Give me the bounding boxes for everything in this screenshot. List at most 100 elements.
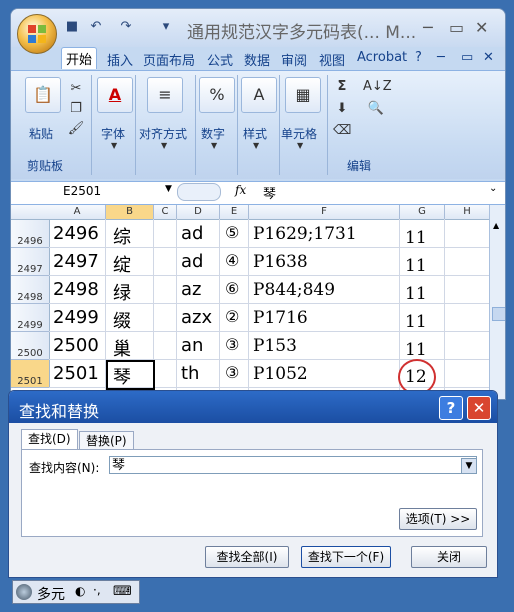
ribbon-minimize-icon[interactable]: ─ <box>437 50 445 65</box>
cell-e[interactable]: ⑥ <box>225 279 239 298</box>
cell-b[interactable]: 缀 <box>113 307 131 333</box>
scroll-thumb[interactable] <box>492 307 505 321</box>
cell-a[interactable]: 2501 <box>53 363 99 384</box>
number-button[interactable]: % <box>199 77 235 113</box>
cut-icon[interactable]: ✂ <box>67 81 85 97</box>
sort-filter-icon[interactable]: A↓Z <box>363 79 392 95</box>
save-icon[interactable]: ■ <box>63 19 81 35</box>
qat-customize-icon[interactable]: ▾ <box>157 19 175 35</box>
styles-button[interactable]: A <box>241 77 277 113</box>
ime-name[interactable]: 多元 <box>37 584 65 604</box>
column-header-f[interactable]: F <box>249 205 400 220</box>
tab-insert[interactable]: 插入 <box>107 50 133 69</box>
cell-a[interactable]: 2500 <box>53 335 99 356</box>
maximize-icon[interactable]: ▭ <box>449 18 464 37</box>
ribbon-restore-icon[interactable]: ▭ <box>461 50 473 65</box>
tab-acrobat[interactable]: Acrobat <box>357 50 407 65</box>
cell-d[interactable]: az <box>181 279 201 300</box>
cell-e[interactable]: ③ <box>225 363 239 382</box>
column-header-e[interactable]: E <box>220 205 249 220</box>
cell-a[interactable]: 2497 <box>53 251 99 272</box>
minimize-icon[interactable]: ─ <box>423 18 433 37</box>
tab-view[interactable]: 视图 <box>319 50 345 69</box>
cell-b[interactable]: 巢 <box>113 335 131 361</box>
name-box-dropdown-icon[interactable]: ▼ <box>165 184 172 194</box>
find-all-button[interactable]: 查找全部(I) <box>205 546 289 568</box>
help-icon[interactable]: ? <box>415 50 422 65</box>
close-button[interactable]: 关闭 <box>411 546 487 568</box>
cell-f[interactable]: P1716 <box>253 308 308 328</box>
cell-e[interactable]: ④ <box>225 251 239 270</box>
column-header-g[interactable]: G <box>400 205 445 220</box>
help-icon[interactable]: ? <box>439 396 463 420</box>
row-header[interactable]: 2498 <box>11 276 50 304</box>
close-icon[interactable]: ✕ <box>467 396 491 420</box>
cell-d[interactable]: an <box>181 335 203 356</box>
cell-b[interactable]: 综 <box>113 223 131 249</box>
cells-button[interactable]: ▦ <box>285 77 321 113</box>
fx-icon[interactable]: fx <box>235 183 246 197</box>
tab-replace[interactable]: 替换(P) <box>79 431 134 450</box>
find-select-icon[interactable]: 🔍 <box>367 101 385 117</box>
tab-review[interactable]: 审阅 <box>281 50 307 69</box>
cell-d[interactable]: azx <box>181 307 212 328</box>
row-header[interactable]: 2497 <box>11 248 50 276</box>
cell-g[interactable]: 11 <box>405 256 427 276</box>
cell-g[interactable]: 11 <box>405 228 427 248</box>
find-history-dropdown-icon[interactable]: ▼ <box>461 458 477 474</box>
scroll-up-icon[interactable]: ▲ <box>493 221 499 230</box>
cell-d[interactable]: ad <box>181 251 203 272</box>
ribbon-close-icon[interactable]: ✕ <box>483 50 494 65</box>
tab-data[interactable]: 数据 <box>244 50 270 69</box>
column-header-d[interactable]: D <box>177 205 220 220</box>
alignment-button[interactable]: ≡ <box>147 77 183 113</box>
clear-icon[interactable]: ⌫ <box>333 123 351 139</box>
cell-g[interactable]: 12 <box>405 367 427 387</box>
cell-b[interactable]: 绿 <box>113 279 131 305</box>
column-header-b[interactable]: B <box>106 205 154 220</box>
row-header[interactable]: 2496 <box>11 220 50 248</box>
row-header[interactable]: 2501 <box>11 360 50 388</box>
cell-e[interactable]: ⑤ <box>225 223 239 242</box>
column-header-h[interactable]: H <box>445 205 490 220</box>
font-button[interactable]: A <box>97 77 133 113</box>
cell-a[interactable]: 2498 <box>53 279 99 300</box>
format-painter-icon[interactable]: 🖌 <box>67 121 85 137</box>
cell-d[interactable]: ad <box>181 223 203 244</box>
column-header-c[interactable]: C <box>154 205 177 220</box>
cell-f[interactable]: P1629;1731 <box>253 224 357 244</box>
find-next-button[interactable]: 查找下一个(F) <box>301 546 391 568</box>
formula-input[interactable]: 琴 <box>263 183 276 202</box>
soft-keyboard-icon[interactable]: ⌨ <box>113 584 132 599</box>
formula-expand-icon[interactable]: ⌄ <box>489 183 497 194</box>
cell-g[interactable]: 11 <box>405 284 427 304</box>
cell-f[interactable]: P1638 <box>253 252 308 272</box>
copy-icon[interactable]: ❐ <box>67 101 85 117</box>
cell-f[interactable]: P1052 <box>253 364 308 384</box>
cell-e[interactable]: ③ <box>225 335 239 354</box>
options-button[interactable]: 选项(T) >> <box>399 508 477 530</box>
cell-a[interactable]: 2499 <box>53 307 99 328</box>
ime-globe-icon[interactable] <box>16 584 32 600</box>
fill-icon[interactable]: ⬇ <box>333 101 351 117</box>
close-icon[interactable]: ✕ <box>475 18 488 37</box>
cell-g[interactable]: 11 <box>405 340 427 360</box>
cell-d[interactable]: th <box>181 363 199 384</box>
row-header[interactable]: 2499 <box>11 304 50 332</box>
formula-bar-expand-button[interactable] <box>177 183 221 201</box>
tab-home[interactable]: 开始 <box>61 47 98 69</box>
cell-a[interactable]: 2496 <box>53 223 99 244</box>
cell-b[interactable]: 琴 <box>113 363 131 389</box>
redo-icon[interactable]: ↷ <box>117 19 135 35</box>
cell-f[interactable]: P153 <box>253 336 297 356</box>
find-what-input[interactable]: 琴 <box>109 456 477 474</box>
cell-e[interactable]: ② <box>225 307 239 326</box>
tab-find[interactable]: 查找(D) <box>21 429 78 450</box>
row-header[interactable]: 2500 <box>11 332 50 360</box>
punctuation-icon[interactable]: ·, <box>93 583 101 597</box>
cell-f[interactable]: P844;849 <box>253 280 335 300</box>
paste-button[interactable]: 📋 <box>25 77 61 113</box>
half-width-icon[interactable]: ◐ <box>75 584 85 598</box>
autosum-icon[interactable]: Σ <box>333 79 351 95</box>
vertical-scrollbar[interactable] <box>489 205 505 399</box>
